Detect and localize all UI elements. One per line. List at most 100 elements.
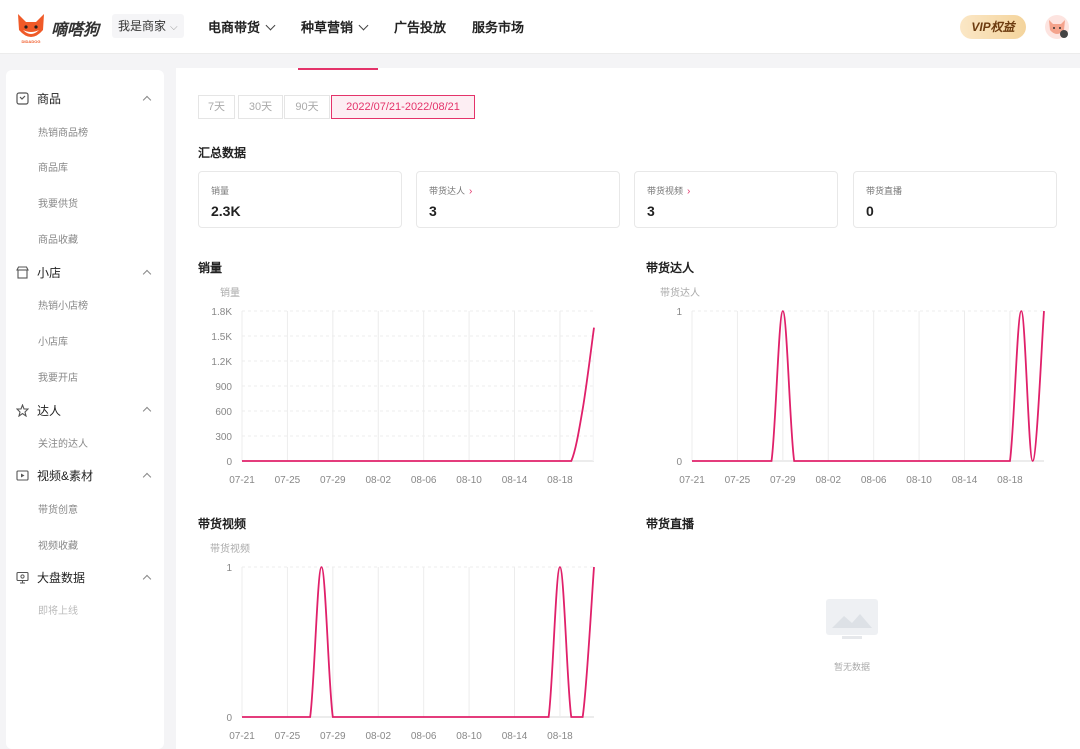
x-tick-label: 08-06 [861, 475, 887, 486]
range-custom[interactable]: 2022/07/21-2022/08/21 [331, 95, 475, 119]
series-line [692, 310, 1045, 462]
highlight-area [592, 351, 594, 461]
x-tick-label: 07-25 [275, 731, 301, 742]
role-selector[interactable]: 我是商家 ⌵ [112, 14, 184, 38]
card-label-text: 带货达人 [429, 186, 466, 196]
y-axis-name: 带货达人 [660, 286, 700, 299]
sidebar-item-followed-creators[interactable]: 关注的达人 [38, 435, 88, 450]
summary-card-videos[interactable]: 带货视频 › 3 [634, 171, 838, 228]
videos-chart: 带货视频 0 1 07-21 07-25 07-29 08-02 08-06 08-10 08-1… [210, 542, 595, 742]
nav-ads-label: 广告投放 [394, 20, 447, 35]
x-tick-label: 07-29 [770, 475, 796, 486]
chevron-right-icon[interactable]: › [687, 186, 690, 197]
y-tick-label: 0 [226, 713, 232, 724]
card-label: 销量 [211, 184, 229, 197]
box-icon [16, 92, 29, 105]
x-tick-label: 08-06 [411, 475, 437, 486]
logo-text: DIDADOG [22, 39, 41, 44]
x-tick-label: 08-06 [411, 731, 437, 742]
sidebar-group-stores[interactable]: 小店 [16, 264, 61, 281]
sidebar-item-hot-products[interactable]: 热销商品榜 [38, 124, 88, 139]
card-label-text: 销量 [211, 186, 230, 196]
sidebar-group-products[interactable]: 商品 [16, 90, 61, 107]
x-tick-label: 08-02 [365, 475, 391, 486]
sales-chart: 销量 0 300 600 900 1.2K 1.5K 1.8K 07-21 07-25 07-29 0… [211, 286, 595, 486]
y-tick-label: 300 [215, 432, 232, 443]
card-value: 0 [866, 203, 874, 219]
card-value: 2.3K [211, 203, 241, 219]
x-tick-label: 07-21 [679, 475, 705, 486]
live-chart-title: 带货直播 [646, 517, 695, 531]
sidebar-item-hot-stores[interactable]: 热销小店榜 [38, 297, 88, 312]
card-label: 带货视频 › [647, 184, 690, 197]
sidebar-item-creatives[interactable]: 带货创意 [38, 501, 78, 516]
chevron-right-icon[interactable]: › [469, 186, 472, 197]
sidebar-group-label: 达人 [37, 404, 62, 418]
x-tick-label: 08-10 [456, 475, 482, 486]
sidebar-group-creators[interactable]: 达人 [16, 402, 61, 419]
range-30-days[interactable]: 30天 [238, 95, 283, 119]
range-7-days[interactable]: 7天 [198, 95, 235, 119]
sidebar-group-market-data[interactable]: 大盘数据 [16, 569, 85, 586]
y-tick-label: 1.2K [211, 357, 232, 368]
range-90-days[interactable]: 90天 [284, 95, 330, 119]
x-tick-label: 08-14 [952, 475, 978, 486]
x-tick-label: 07-25 [725, 475, 751, 486]
chevron-down-icon [265, 20, 276, 31]
sidebar-group-label: 视频&素材 [37, 469, 94, 483]
nav-seeding[interactable]: 种草营销 [301, 17, 369, 36]
x-tick-label: 07-21 [229, 731, 255, 742]
chevron-down-icon: ⌵ [170, 22, 178, 33]
creators-chart-title: 带货达人 [646, 261, 695, 275]
nav-service-market[interactable]: 服务市场 [472, 17, 524, 36]
nav-ecommerce[interactable]: 电商带货 [208, 17, 276, 36]
y-axis-name: 销量 [220, 286, 240, 299]
y-tick-label: 1 [226, 563, 232, 574]
sidebar-group-label: 大盘数据 [37, 571, 86, 585]
video-icon [16, 470, 29, 481]
sidebar-group-videos[interactable]: 视频&素材 [16, 467, 93, 484]
brand-name[interactable]: 嘀嗒狗 [51, 16, 99, 40]
x-tick-label: 07-29 [320, 475, 346, 486]
summary-card-creators[interactable]: 带货达人 › 3 [416, 171, 620, 228]
sales-chart-title: 销量 [198, 261, 223, 275]
fox-logo-icon[interactable]: DIDADOG [14, 10, 48, 44]
y-tick-label: 0 [676, 457, 682, 468]
star-icon [16, 404, 29, 417]
empty-data-icon [826, 599, 878, 639]
nav-seeding-label: 种草营销 [301, 20, 354, 35]
store-icon [16, 266, 29, 279]
y-tick-label: 600 [215, 407, 232, 418]
creators-chart: 带货达人 0 1 07-21 07-25 07-29 08-02 08-06 08-10 08-1… [660, 286, 1045, 486]
card-label: 带货直播 [866, 184, 902, 197]
sidebar-item-store-library[interactable]: 小店库 [38, 333, 68, 348]
summary-card-live: 带货直播 0 [853, 171, 1057, 228]
nav-ads[interactable]: 广告投放 [394, 17, 446, 36]
top-header: DIDADOG 嘀嗒狗 我是商家 ⌵ 电商带货 种草营销 广告投放 服务市场 VI… [0, 0, 1080, 54]
sidebar-item-video-favorites[interactable]: 视频收藏 [38, 537, 78, 552]
x-tick-label: 08-14 [502, 475, 528, 486]
x-tick-label: 08-14 [502, 731, 528, 742]
x-tick-label: 08-18 [547, 475, 573, 486]
x-tick-label: 08-18 [997, 475, 1023, 486]
y-tick-label: 1 [676, 307, 682, 318]
card-label-text: 带货直播 [866, 186, 903, 196]
user-avatar-icon[interactable] [1044, 14, 1070, 40]
sidebar-item-open-store[interactable]: 我要开店 [38, 369, 78, 384]
vip-button[interactable]: VIP权益 [960, 15, 1026, 39]
monitor-icon [16, 571, 29, 584]
y-tick-label: 1.8K [211, 307, 232, 318]
sidebar-item-supply[interactable]: 我要供货 [38, 195, 78, 210]
summary-card-sales: 销量 2.3K [198, 171, 402, 228]
role-label: 我是商家 [118, 19, 167, 33]
sidebar-item-product-library[interactable]: 商品库 [38, 159, 68, 174]
y-axis-name: 带货视频 [210, 542, 250, 555]
x-tick-label: 08-02 [815, 475, 841, 486]
sidebar-item-product-favorites[interactable]: 商品收藏 [38, 231, 78, 246]
nav-ecommerce-label: 电商带货 [208, 20, 261, 35]
x-tick-label: 08-02 [365, 731, 391, 742]
x-tick-label: 07-29 [320, 731, 346, 742]
sidebar-item-coming-soon: 即将上线 [38, 606, 78, 617]
nav-service-market-label: 服务市场 [472, 20, 525, 35]
y-tick-label: 0 [226, 457, 232, 468]
